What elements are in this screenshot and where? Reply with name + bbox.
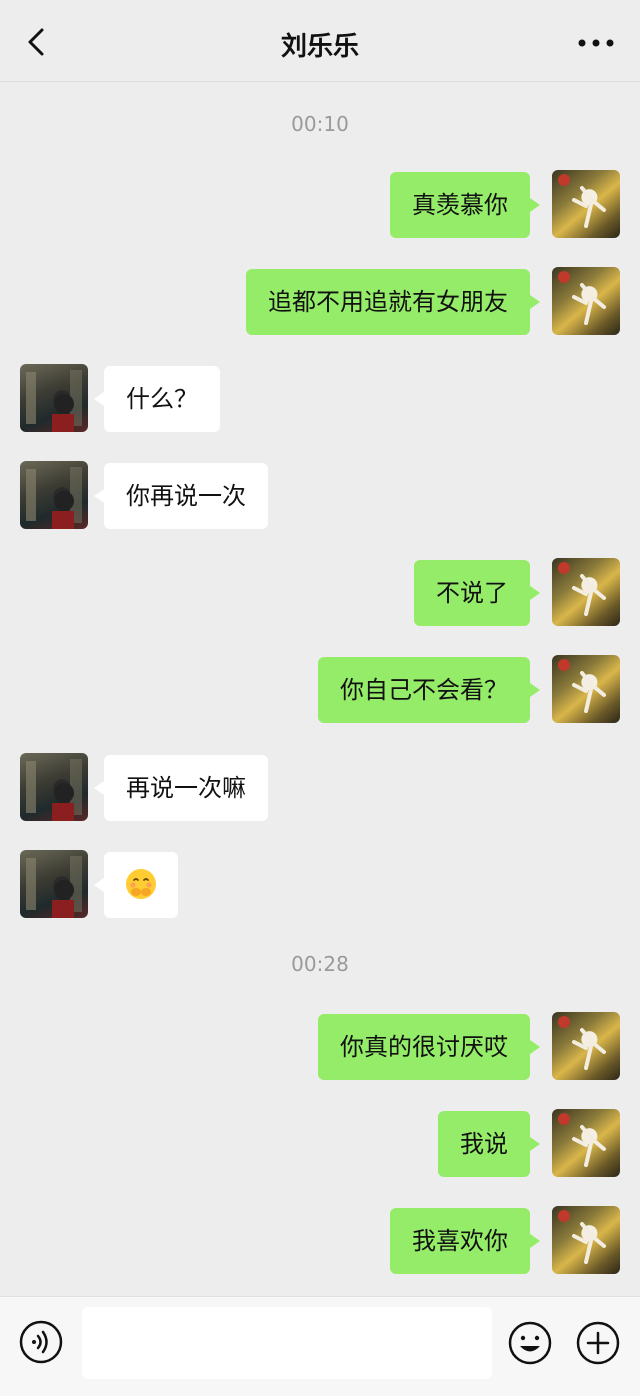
more-dots-icon[interactable] xyxy=(574,26,618,60)
chevron-left-icon[interactable] xyxy=(18,22,58,62)
contact-avatar[interactable] xyxy=(20,753,88,821)
message-bubble[interactable]: 什么？ xyxy=(94,366,220,432)
message-text-input[interactable] xyxy=(82,1307,492,1379)
own-avatar[interactable] xyxy=(552,1012,620,1080)
message-bubble[interactable]: 追都不用追就有女朋友 xyxy=(246,269,540,335)
message-bubble[interactable]: 你真的很讨厌哎 xyxy=(318,1014,540,1080)
message-row-outgoing: 真羡慕你 xyxy=(0,170,640,240)
contact-avatar[interactable] xyxy=(20,850,88,918)
message-row-outgoing: 我喜欢你 xyxy=(0,1206,640,1276)
message-input-bar xyxy=(0,1296,640,1396)
contact-avatar[interactable] xyxy=(20,364,88,432)
message-timestamp: 00:10 xyxy=(291,112,349,136)
message-row-incoming: 什么？ xyxy=(0,364,640,434)
message-bubble[interactable]: 我说 xyxy=(438,1111,540,1177)
message-bubble[interactable]: 真羡慕你 xyxy=(390,172,540,238)
shy-hug-emoji-icon xyxy=(126,869,156,899)
message-row-outgoing: 你真的很讨厌哎 xyxy=(0,1012,640,1082)
message-row-outgoing: 追都不用追就有女朋友 xyxy=(0,267,640,337)
own-avatar[interactable] xyxy=(552,170,620,238)
message-bubble[interactable]: 你自己不会看？ xyxy=(318,657,540,723)
chat-header: 刘乐乐 xyxy=(0,0,640,82)
emoji-message-bubble[interactable] xyxy=(94,852,178,918)
message-bubble[interactable]: 不说了 xyxy=(414,560,540,626)
message-row-incoming: 你再说一次 xyxy=(0,461,640,531)
message-row-incoming xyxy=(0,850,640,920)
message-row-outgoing: 你自己不会看？ xyxy=(0,655,640,725)
message-row-incoming: 再说一次嘛 xyxy=(0,753,640,823)
emoji-picker-icon[interactable] xyxy=(506,1319,554,1367)
contact-avatar[interactable] xyxy=(20,461,88,529)
message-row-outgoing: 我说 xyxy=(0,1109,640,1179)
message-timestamp: 00:28 xyxy=(291,952,349,976)
own-avatar[interactable] xyxy=(552,267,620,335)
own-avatar[interactable] xyxy=(552,558,620,626)
chat-title: 刘乐乐 xyxy=(280,32,359,62)
message-bubble[interactable]: 再说一次嘛 xyxy=(94,755,268,821)
own-avatar[interactable] xyxy=(552,1206,620,1274)
message-row-outgoing: 不说了 xyxy=(0,558,640,628)
plus-more-icon[interactable] xyxy=(574,1319,622,1367)
own-avatar[interactable] xyxy=(552,655,620,723)
message-bubble[interactable]: 你再说一次 xyxy=(94,463,268,529)
voice-input-icon[interactable] xyxy=(18,1319,64,1365)
message-bubble[interactable]: 我喜欢你 xyxy=(390,1208,540,1274)
own-avatar[interactable] xyxy=(552,1109,620,1177)
